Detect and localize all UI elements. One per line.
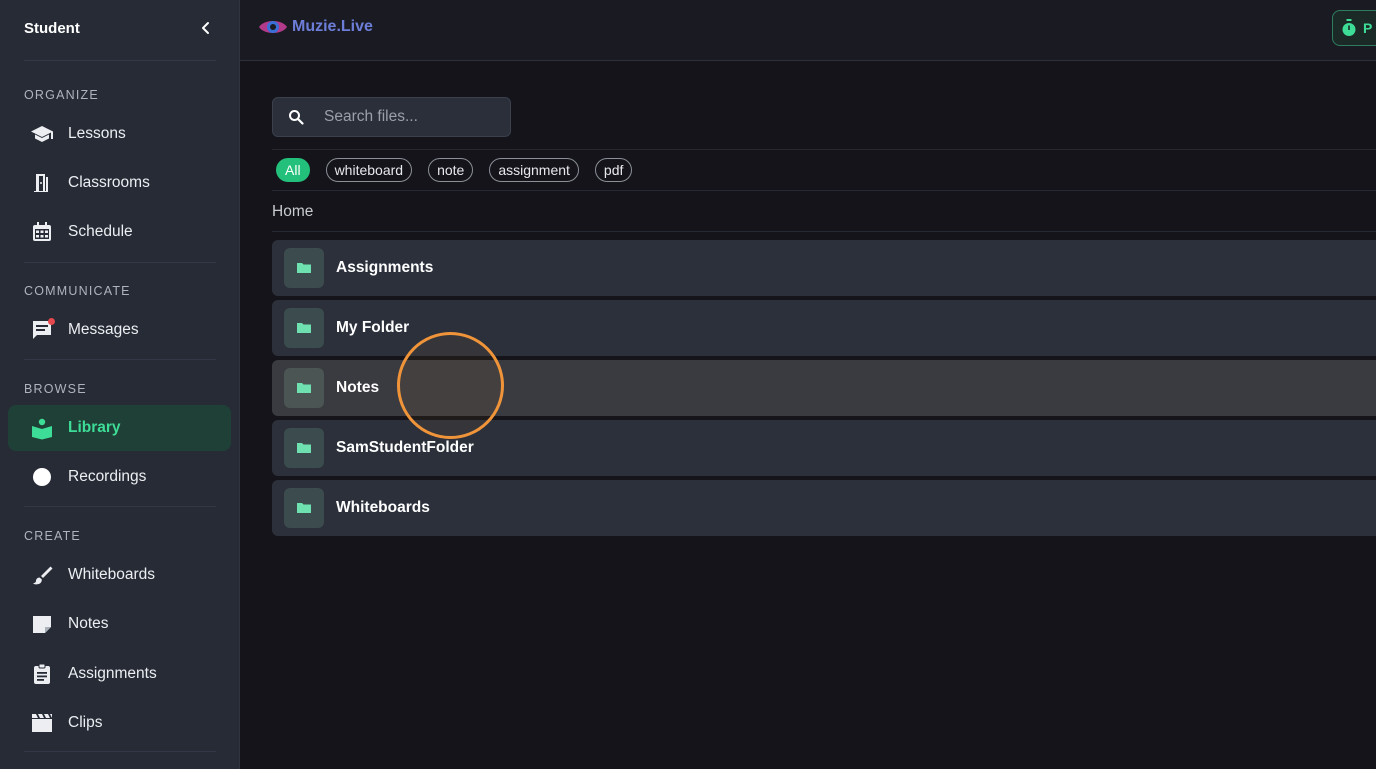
graduation-cap-icon (30, 122, 54, 146)
folder-name: Assignments (336, 259, 434, 276)
sidebar-item-notes[interactable]: Notes (8, 601, 231, 647)
divider (272, 190, 1376, 191)
app-window: Student ORGANIZE Lessons Classrooms Sche… (0, 0, 1376, 769)
notification-dot (48, 318, 55, 325)
top-bar: Muzie.Live P (240, 0, 1376, 61)
eye-logo-icon (259, 21, 287, 33)
clipboard-icon (30, 662, 54, 686)
practice-timer-button[interactable]: P (1332, 10, 1376, 46)
folder-row-assignments[interactable]: Assignments (272, 240, 1376, 296)
search-box[interactable] (272, 97, 511, 137)
sidebar-item-whiteboards[interactable]: Whiteboards (8, 552, 231, 598)
sidebar-item-label: Whiteboards (68, 566, 156, 583)
sidebar-item-messages[interactable]: Messages (8, 307, 231, 353)
sidebar-item-label: Schedule (68, 223, 133, 240)
section-communicate: COMMUNICATE (24, 284, 131, 298)
sidebar-item-label: Messages (68, 321, 139, 338)
door-icon (30, 171, 54, 195)
sidebar-divider (24, 751, 216, 752)
sidebar-divider (24, 506, 216, 507)
filter-chip-whiteboard[interactable]: whiteboard (325, 158, 413, 182)
folder-row-notes[interactable]: Notes (272, 360, 1376, 416)
sidebar-item-recordings[interactable]: Recordings (8, 454, 231, 500)
section-organize: ORGANIZE (24, 88, 99, 102)
folder-name: Whiteboards (336, 499, 430, 516)
search-icon (289, 110, 304, 125)
sidebar-header: Student (24, 0, 216, 56)
sidebar: Student ORGANIZE Lessons Classrooms Sche… (0, 0, 240, 769)
divider (272, 231, 1376, 232)
sidebar-divider (24, 359, 216, 360)
folder-icon (284, 428, 324, 468)
search-input[interactable] (324, 108, 494, 126)
chat-bubble-icon (30, 318, 55, 342)
sidebar-item-clips[interactable]: Clips (8, 700, 231, 746)
section-browse: BROWSE (24, 382, 87, 396)
sidebar-item-library[interactable]: Library (8, 405, 231, 451)
paintbrush-icon (30, 563, 54, 587)
sidebar-divider (24, 60, 216, 61)
folder-name: My Folder (336, 319, 410, 336)
section-create: CREATE (24, 529, 81, 543)
filter-chips: All whiteboard note assignment pdf (276, 158, 633, 182)
sidebar-item-label: Classrooms (68, 174, 150, 191)
app-logo[interactable]: Muzie.Live (258, 15, 373, 39)
sidebar-item-label: Lessons (68, 125, 126, 142)
sidebar-item-label: Notes (68, 615, 109, 632)
folder-icon (284, 488, 324, 528)
sidebar-item-label: Recordings (68, 468, 147, 485)
sidebar-item-classrooms[interactable]: Classrooms (8, 160, 231, 206)
folder-row-my-folder[interactable]: My Folder (272, 300, 1376, 356)
logo-text: Muzie.Live (292, 18, 373, 35)
sidebar-item-label: Library (68, 419, 121, 436)
folder-icon (284, 308, 324, 348)
sidebar-title: Student (24, 19, 80, 37)
folder-name: SamStudentFolder (336, 439, 474, 456)
filter-chip-all[interactable]: All (276, 158, 310, 182)
filter-chip-pdf[interactable]: pdf (594, 158, 633, 182)
folder-icon (284, 248, 324, 288)
sidebar-item-schedule[interactable]: Schedule (8, 209, 231, 255)
breadcrumb[interactable]: Home (272, 203, 313, 221)
folder-name: Notes (336, 379, 380, 396)
filter-chip-assignment[interactable]: assignment (489, 158, 579, 182)
clapperboard-icon (30, 711, 54, 735)
sidebar-item-lessons[interactable]: Lessons (8, 111, 231, 157)
filter-chip-note[interactable]: note (428, 158, 474, 182)
sidebar-divider (24, 262, 216, 263)
practice-timer-label: P (1363, 20, 1373, 36)
divider (272, 149, 1376, 150)
stopwatch-icon (1342, 19, 1356, 36)
sidebar-item-assignments[interactable]: Assignments (8, 651, 231, 697)
sidebar-item-label: Assignments (68, 665, 157, 682)
chevron-left-icon (202, 22, 209, 34)
record-dot-icon (30, 465, 54, 489)
calendar-icon (30, 220, 54, 244)
book-reader-icon (30, 416, 54, 440)
folder-row-whiteboards[interactable]: Whiteboards (272, 480, 1376, 536)
sticky-note-icon (30, 612, 54, 636)
folder-icon (284, 368, 324, 408)
library-content: ⋮ All whiteboard note assignment pdf Hom… (240, 61, 1376, 769)
collapse-sidebar-button[interactable] (196, 18, 216, 38)
sidebar-item-label: Clips (68, 714, 103, 731)
folder-row-samstudentfolder[interactable]: SamStudentFolder (272, 420, 1376, 476)
